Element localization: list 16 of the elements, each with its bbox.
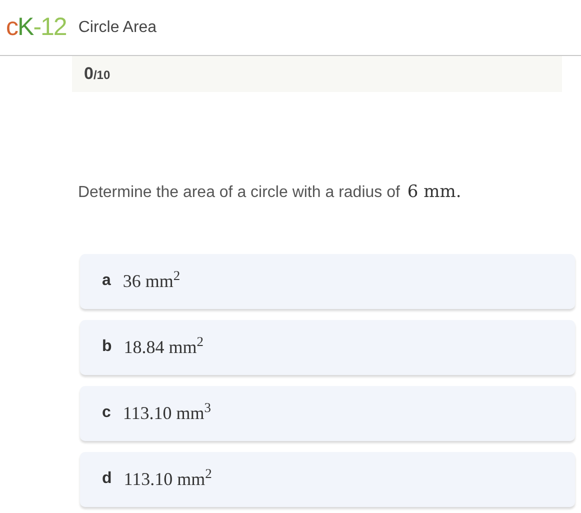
option-answer: 113.10 mm$^{2}$ <box>124 466 212 490</box>
answer-option[interactable]: d 113.10 mm$^{2}$ <box>80 452 575 506</box>
option-letter: b <box>102 337 112 357</box>
answer-option[interactable]: a 36 mm$^{2}$ <box>80 254 575 308</box>
option-letter: c <box>102 403 111 423</box>
answer-option[interactable]: c 113.10 mm$^{3}$ <box>80 386 575 440</box>
score: 0/10 <box>84 63 110 86</box>
option-answer: 36 mm$^{2}$ <box>122 268 180 292</box>
option-letter: a <box>102 271 111 291</box>
page-title: Circle Area <box>78 18 157 38</box>
question-text: Determine the area of a circle with a radius of 6 mm. <box>78 181 462 204</box>
logo: cK-12 <box>6 15 66 40</box>
option-answer: 113.10 mm$^{3}$ <box>122 400 211 424</box>
answer-option[interactable]: b 18.84 mm$^{2}$ <box>80 320 575 374</box>
option-answer: 18.84 mm$^{2}$ <box>124 334 204 358</box>
option-letter: d <box>102 469 112 489</box>
